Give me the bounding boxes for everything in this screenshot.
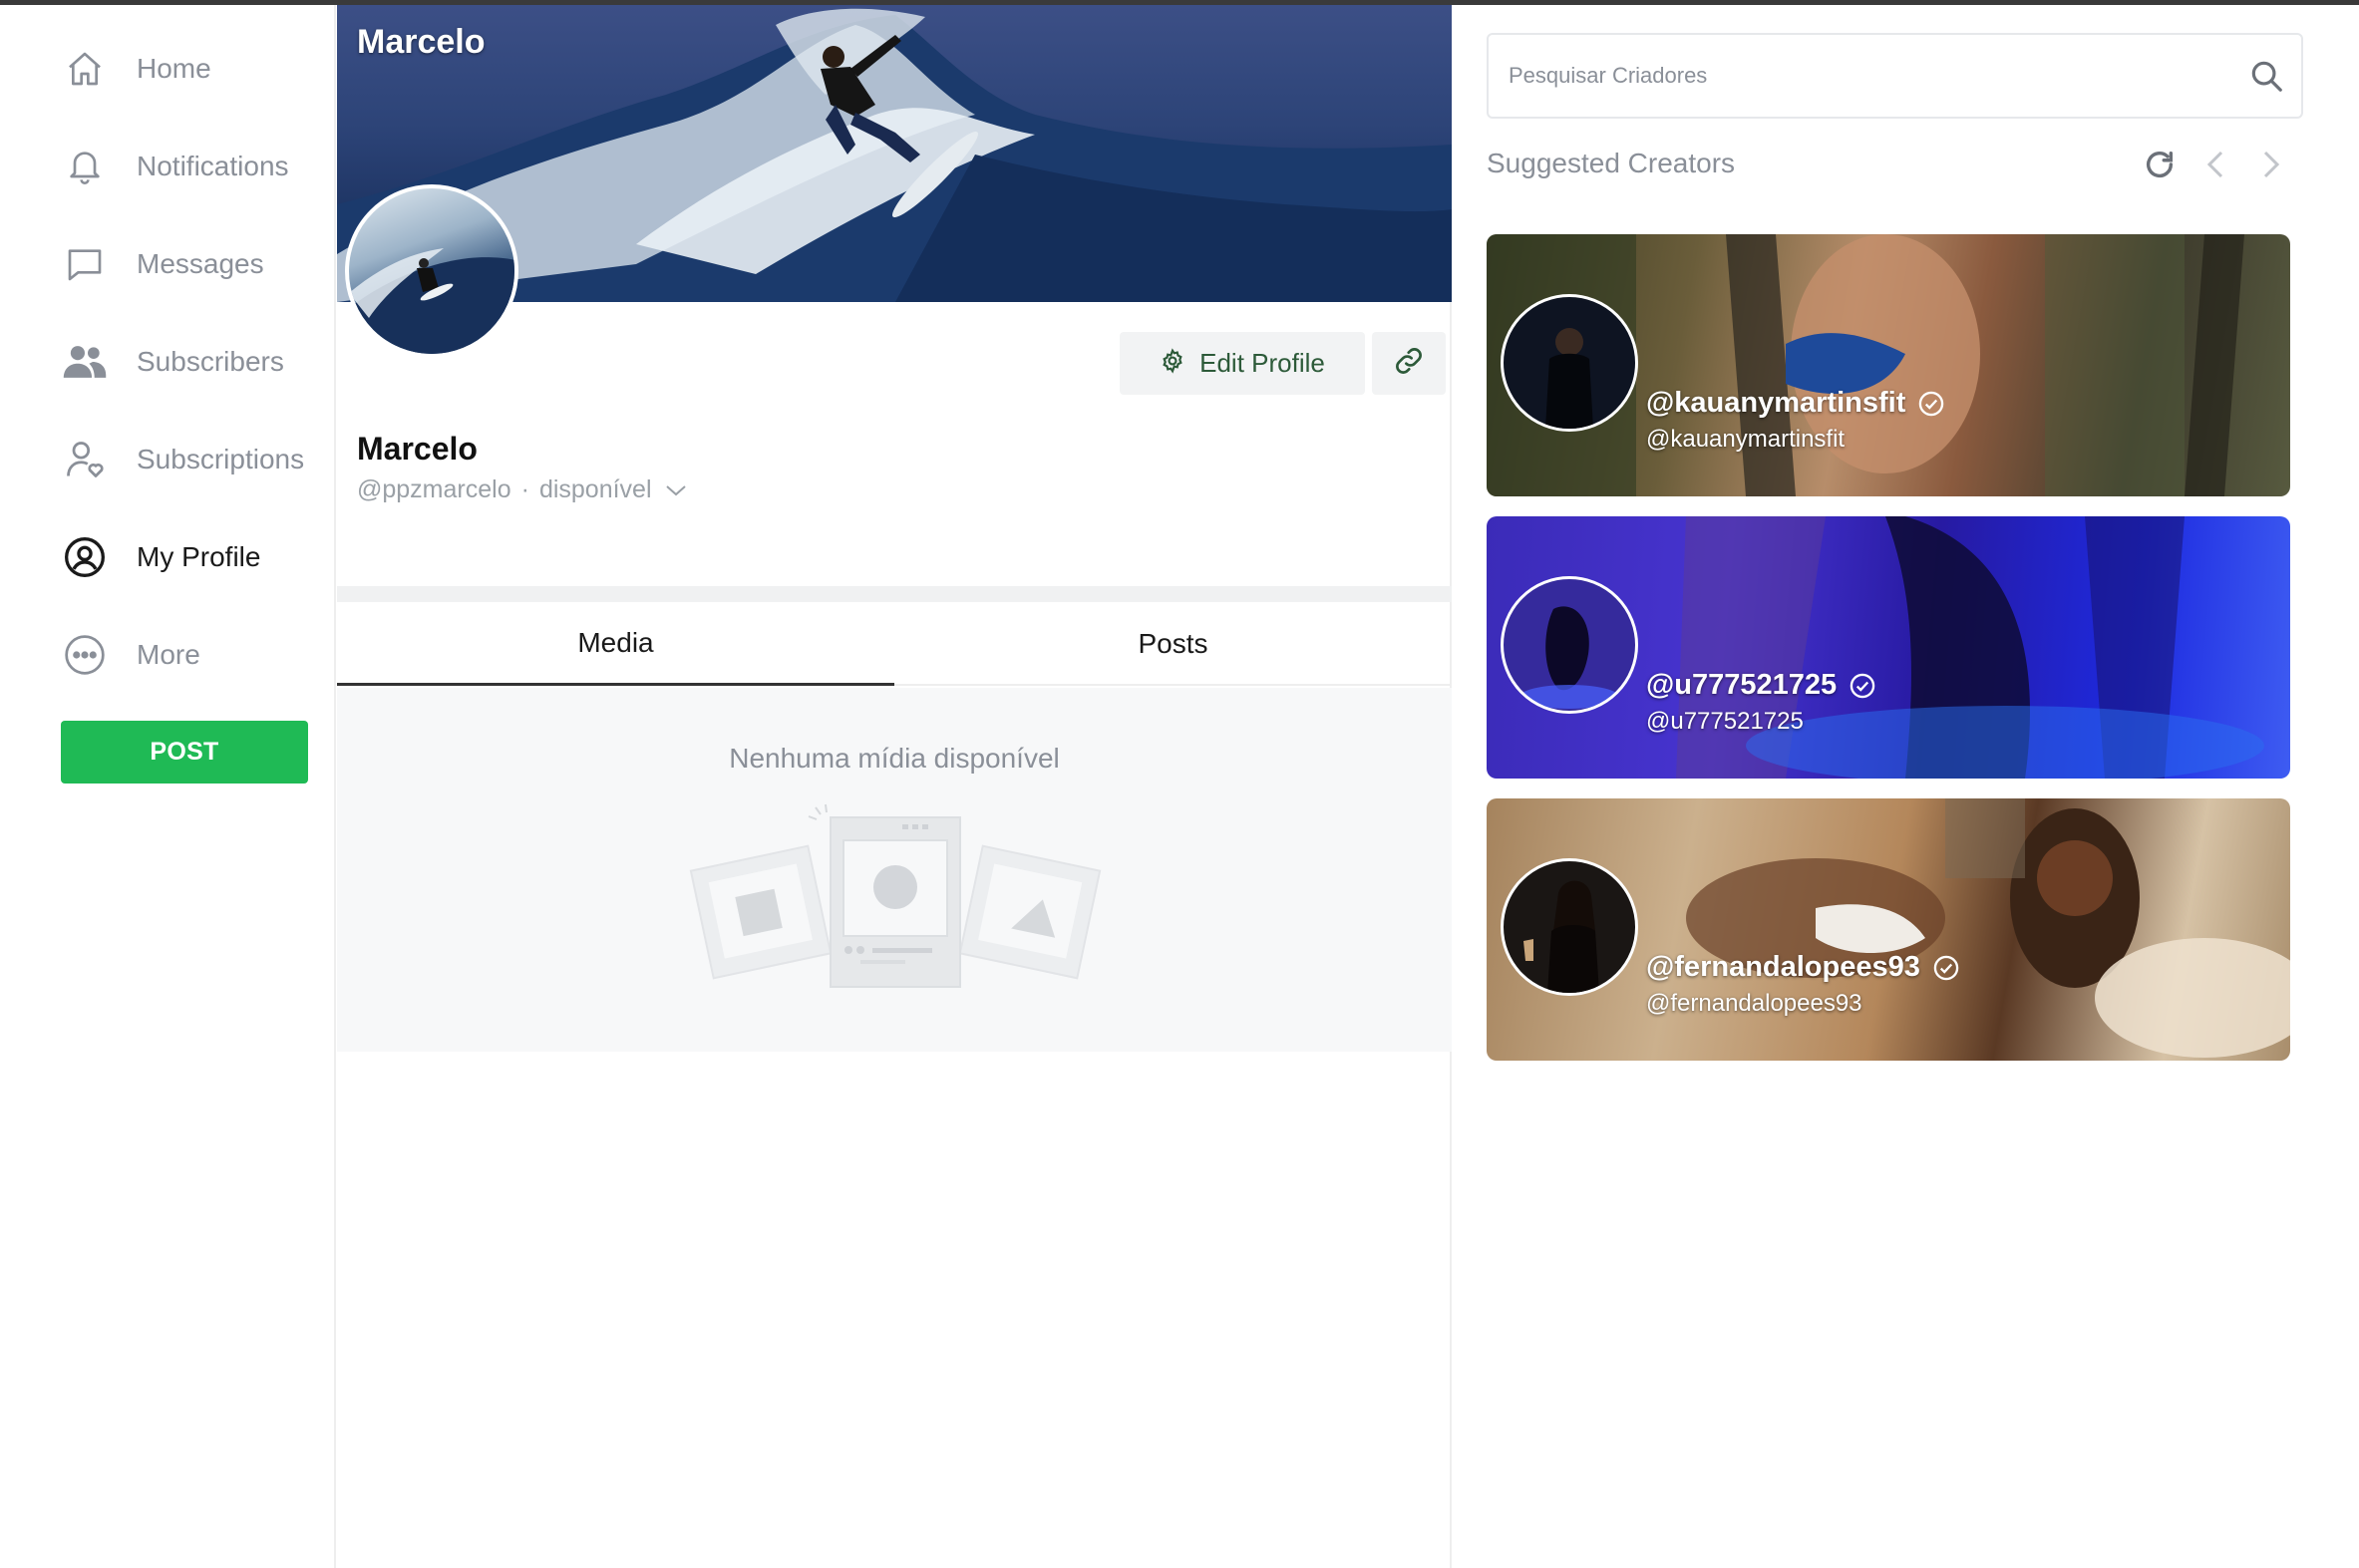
bell-icon: [60, 142, 110, 191]
sidebar-item-label: Notifications: [137, 151, 289, 181]
creator-card[interactable]: @u777521725 @u777521725: [1487, 516, 2290, 779]
sidebar-item-subscribers[interactable]: Subscribers: [60, 332, 284, 392]
sidebar-item-subscriptions[interactable]: Subscriptions: [60, 430, 304, 489]
sidebar-item-label: More: [137, 639, 200, 670]
profile-tabs: Media Posts: [337, 602, 1452, 686]
refresh-icon[interactable]: [2138, 143, 2182, 186]
edit-profile-button[interactable]: Edit Profile: [1120, 332, 1365, 395]
tab-posts[interactable]: Posts: [894, 602, 1452, 686]
media-empty-state: Nenhuma mídia disponível: [337, 688, 1452, 1052]
sidebar-item-label: Subscribers: [137, 346, 284, 377]
message-icon: [60, 239, 110, 289]
chevron-left-icon[interactable]: [2193, 143, 2237, 186]
creator-handle: @fernandalopees93: [1646, 990, 1862, 1017]
availability-status[interactable]: disponível: [539, 475, 652, 504]
sidebar: Home Notifications Messages Subscribers …: [0, 5, 336, 1568]
users-icon: [60, 337, 110, 387]
sidebar-item-home[interactable]: Home: [60, 39, 211, 99]
sidebar-item-label: My Profile: [137, 541, 261, 572]
creator-name-row: @u777521725: [1646, 669, 1876, 702]
creator-handle: @kauanymartinsfit: [1646, 426, 1846, 453]
sidebar-item-messages[interactable]: Messages: [60, 234, 264, 294]
verified-icon: [1933, 955, 1959, 980]
creator-avatar: [1501, 858, 1638, 996]
creator-avatar: [1501, 294, 1638, 432]
sidebar-item-my-profile[interactable]: My Profile: [60, 527, 260, 587]
edit-profile-label: Edit Profile: [1199, 348, 1325, 378]
creator-avatar: [1501, 576, 1638, 714]
creator-handle: @u777521725: [1646, 708, 1804, 735]
profile-handle: @ppzmarcelo: [357, 475, 511, 503]
creator-card[interactable]: @fernandalopees93 @fernandalopees93: [1487, 798, 2290, 1061]
search-icon[interactable]: [2247, 57, 2285, 100]
verified-icon: [1919, 391, 1944, 416]
suggested-creators-title: Suggested Creators: [1487, 148, 1736, 178]
post-button[interactable]: POST: [61, 721, 308, 784]
sidebar-item-label: Messages: [137, 248, 264, 279]
creator-name-row: @kauanymartinsfit: [1646, 387, 1945, 420]
search-input[interactable]: [1509, 35, 2226, 117]
tab-media[interactable]: Media: [337, 602, 894, 686]
chevron-right-icon[interactable]: [2249, 143, 2293, 186]
link-icon: [1393, 345, 1425, 382]
profile-handle-row: @ppzmarcelo · disponível: [357, 475, 688, 504]
home-icon: [60, 44, 110, 94]
creator-name: @fernandalopees93: [1646, 951, 1920, 983]
more-icon: [60, 630, 110, 680]
empty-media-text: Nenhuma mídia disponível: [729, 743, 1060, 774]
chevron-down-icon[interactable]: [664, 482, 688, 498]
verified-icon: [1850, 673, 1875, 698]
section-divider: [337, 586, 1452, 602]
user-circle-icon: [60, 532, 110, 582]
sidebar-item-more[interactable]: More: [60, 625, 200, 685]
avatar-image: [349, 248, 514, 354]
profile-main: Marcelo Edit Profile Marcelo @ppzmarcelo…: [337, 5, 1452, 1568]
copy-link-button[interactable]: [1372, 332, 1446, 395]
gear-icon: [1160, 348, 1185, 379]
cover-display-name: Marcelo: [357, 23, 486, 61]
user-heart-icon: [60, 435, 110, 484]
sidebar-item-notifications[interactable]: Notifications: [60, 137, 289, 196]
profile-name: Marcelo: [357, 431, 478, 467]
avatar[interactable]: [345, 184, 518, 358]
creator-name-row: @fernandalopees93: [1646, 951, 1960, 984]
empty-media-illustration: [689, 803, 1102, 988]
right-panel: Suggested Creators @kauanymartinsfit @ka…: [1454, 5, 2359, 1568]
creator-card[interactable]: @kauanymartinsfit @kauanymartinsfit: [1487, 234, 2290, 496]
sidebar-item-label: Subscriptions: [137, 444, 305, 474]
creator-search: [1487, 33, 2303, 119]
sidebar-item-label: Home: [137, 53, 211, 84]
creator-name: @kauanymartinsfit: [1646, 387, 1906, 419]
separator-dot: ·: [520, 475, 529, 503]
creator-name: @u777521725: [1646, 669, 1838, 701]
